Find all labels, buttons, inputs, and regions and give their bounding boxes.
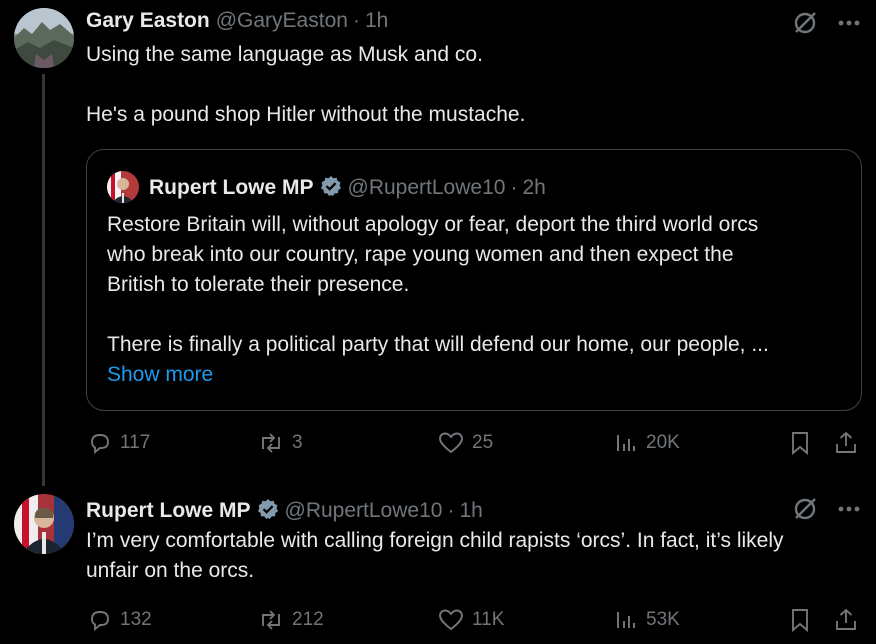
grok-icon[interactable] — [792, 496, 818, 522]
like-button[interactable]: 25 — [438, 428, 493, 458]
views-icon — [617, 612, 635, 628]
show-more-link[interactable]: Show more — [107, 360, 769, 390]
quoted-tweet[interactable]: Rupert Lowe MP @RupertLowe10 · 2h Restor… — [86, 149, 862, 411]
quote-text-line: Restore Britain will, without apology or… — [107, 213, 759, 236]
timestamp[interactable]: 1h — [459, 499, 482, 523]
tweet-text-line: Using the same language as Musk and co. — [86, 43, 483, 66]
repost-button[interactable]: 3 — [258, 428, 303, 458]
avatar[interactable] — [14, 8, 74, 68]
action-bar: 132 212 11K 53K — [86, 605, 862, 635]
reply-button[interactable]: 132 — [88, 605, 152, 635]
views-button[interactable]: 53K — [614, 605, 680, 635]
bookmark-icon — [792, 609, 808, 633]
author-handle[interactable]: @RupertLowe10 — [285, 499, 443, 523]
reply-count: 117 — [120, 432, 151, 453]
tweet-rupert-lowe[interactable]: Rupert Lowe MP @RupertLowe10 · 1h I’m ve… — [0, 480, 876, 644]
bookmark-button[interactable] — [788, 428, 812, 458]
bookmark-icon — [792, 432, 808, 456]
quote-text-line: who break into our country, rape young w… — [107, 243, 734, 266]
views-button[interactable]: 20K — [614, 428, 680, 458]
repost-count: 212 — [292, 609, 324, 630]
author-name[interactable]: Rupert Lowe MP — [149, 176, 314, 200]
reply-button[interactable]: 117 — [88, 428, 150, 458]
reply-icon — [91, 611, 109, 631]
repost-icon — [262, 610, 280, 630]
separator-dot: · — [447, 499, 455, 522]
repost-icon — [262, 433, 280, 453]
header-actions — [792, 496, 860, 522]
tweet-text-line: unfair on the orcs. — [86, 559, 255, 582]
repost-button[interactable]: 212 — [258, 605, 324, 635]
quote-text-line: There is finally a political party that … — [107, 333, 769, 356]
author-handle[interactable]: @RupertLowe10 — [348, 176, 506, 200]
share-button[interactable] — [834, 605, 858, 635]
verified-badge-icon — [320, 175, 342, 197]
share-icon — [836, 431, 856, 453]
quote-text: Restore Britain will, without apology or… — [107, 210, 769, 390]
separator-dot: · — [510, 176, 518, 199]
action-bar: 117 3 25 20K — [86, 428, 862, 458]
author-name[interactable]: Rupert Lowe MP — [86, 499, 251, 523]
tweet-text-line: He's a pound shop Hitler without the mus… — [86, 103, 526, 126]
timestamp[interactable]: 2h — [522, 176, 545, 200]
repost-count: 3 — [292, 432, 303, 453]
share-icon — [836, 608, 856, 630]
tweet-header: Rupert Lowe MP @RupertLowe10 · 1h — [86, 495, 483, 523]
tweet-header: Gary Easton @GaryEaston · 1h — [86, 9, 388, 33]
more-icon[interactable] — [838, 506, 860, 512]
more-icon[interactable] — [838, 20, 860, 26]
author-name[interactable]: Gary Easton — [86, 9, 210, 33]
views-count: 20K — [646, 432, 680, 453]
avatar[interactable] — [14, 494, 74, 554]
tweet-text-line: I’m very comfortable with calling foreig… — [86, 529, 784, 552]
author-handle[interactable]: @GaryEaston — [216, 9, 348, 33]
like-count: 25 — [472, 432, 494, 453]
views-count: 53K — [646, 609, 680, 630]
timestamp[interactable]: 1h — [365, 9, 388, 33]
share-button[interactable] — [834, 428, 858, 458]
quote-header: Rupert Lowe MP @RupertLowe10 · 2h — [149, 172, 546, 200]
tweet-gary-easton[interactable]: Gary Easton @GaryEaston · 1h Using the s… — [0, 0, 876, 486]
grok-icon[interactable] — [792, 10, 818, 36]
like-icon — [439, 432, 463, 454]
bookmark-button[interactable] — [788, 605, 812, 635]
avatar[interactable] — [107, 171, 139, 203]
thread-line — [42, 74, 45, 486]
quote-text-line: British to tolerate their presence. — [107, 273, 410, 296]
reply-count: 132 — [120, 609, 152, 630]
reply-icon — [91, 434, 109, 454]
like-button[interactable]: 11K — [438, 605, 504, 635]
like-count: 11K — [472, 609, 505, 630]
views-icon — [617, 435, 635, 451]
separator-dot: · — [352, 9, 360, 32]
verified-badge-icon — [257, 498, 279, 520]
header-actions — [792, 10, 860, 36]
like-icon — [439, 609, 463, 631]
